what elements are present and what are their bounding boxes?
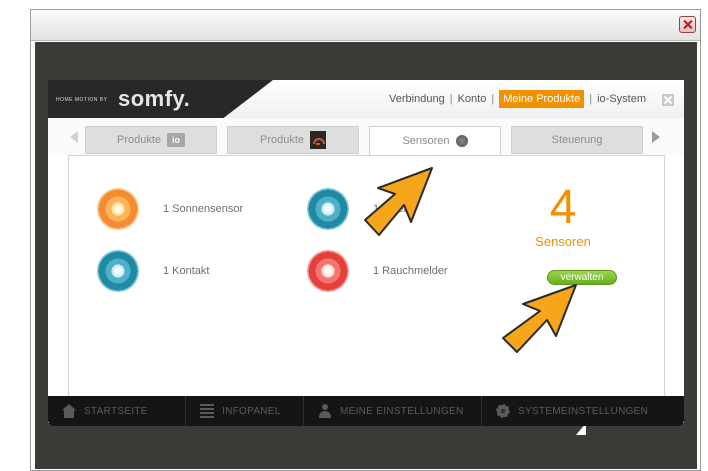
- pointer-arrow-icon: [502, 284, 577, 353]
- pointer-arrow-icon: [364, 167, 433, 236]
- annotation-arrows: [364, 167, 577, 353]
